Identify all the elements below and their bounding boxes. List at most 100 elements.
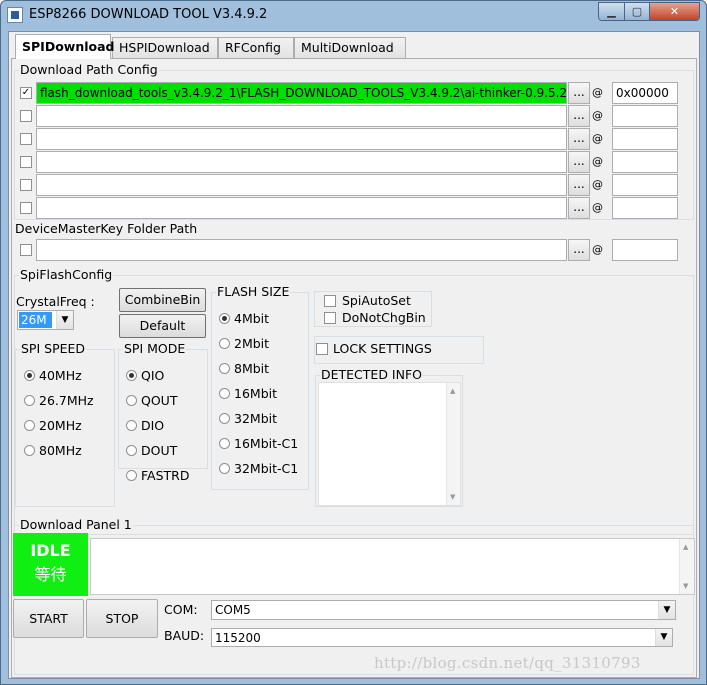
spi-mode-radio[interactable] bbox=[126, 420, 137, 431]
browse-button[interactable]: ... bbox=[568, 197, 590, 219]
flash-size-option-label: 16Mbit bbox=[234, 386, 277, 401]
address-field[interactable] bbox=[612, 197, 678, 219]
spi-mode-option-label: DIO bbox=[141, 418, 165, 433]
maximize-icon: ▢ bbox=[631, 5, 643, 18]
address-field[interactable]: 0x00000 bbox=[612, 82, 678, 104]
spi-mode-option-label: QOUT bbox=[141, 393, 178, 408]
lock-settings-label: LOCK SETTINGS bbox=[333, 341, 432, 356]
tab-spidownload[interactable]: SPIDownload bbox=[15, 34, 114, 59]
start-button[interactable]: START bbox=[13, 599, 84, 638]
chevron-down-icon: ▼ bbox=[658, 601, 675, 619]
address-field[interactable] bbox=[612, 151, 678, 173]
scroll-down-icon: ▼ bbox=[683, 582, 689, 590]
browse-button[interactable]: ... bbox=[568, 105, 590, 127]
spi-auto-set-checkbox[interactable] bbox=[324, 295, 336, 307]
combine-bin-button[interactable]: CombineBin bbox=[119, 288, 206, 312]
client-area: SPIDownload HSPIDownload RFConfig MultiD… bbox=[8, 31, 700, 679]
stop-button[interactable]: STOP bbox=[86, 599, 158, 638]
status-indicator: IDLE 等待 bbox=[13, 533, 88, 596]
browse-button[interactable]: ... bbox=[568, 174, 590, 196]
path-field[interactable]: flash_download_tools_v3.4.9.2_1\FLASH_DO… bbox=[36, 82, 567, 104]
path-checkbox[interactable] bbox=[20, 110, 32, 122]
flash-size-radio[interactable] bbox=[219, 388, 230, 399]
lock-settings-checkbox[interactable] bbox=[316, 343, 328, 355]
app-icon bbox=[7, 7, 23, 23]
detected-info-scrollbar[interactable]: ▲ ▼ bbox=[446, 383, 460, 505]
spi-mode-radio[interactable] bbox=[126, 445, 137, 456]
window-title: ESP8266 DOWNLOAD TOOL V3.4.9.2 bbox=[29, 7, 268, 22]
spi-mode-radio[interactable] bbox=[126, 395, 137, 406]
minimize-button[interactable]: ▁ bbox=[599, 3, 625, 20]
path-field[interactable] bbox=[36, 105, 567, 127]
download-path-group-label: Download Path Config bbox=[19, 62, 159, 77]
download-panel-label: Download Panel 1 bbox=[19, 517, 133, 532]
flash-size-radio[interactable] bbox=[219, 438, 230, 449]
master-key-browse-button[interactable]: ... bbox=[568, 239, 590, 261]
close-icon: ✕ bbox=[669, 5, 680, 18]
path-checkbox[interactable] bbox=[20, 156, 32, 168]
flash-size-radio[interactable] bbox=[219, 463, 230, 474]
master-key-path-field[interactable] bbox=[36, 239, 567, 261]
baud-select[interactable]: 115200 ▼ bbox=[211, 628, 673, 647]
app-window: ESP8266 DOWNLOAD TOOL V3.4.9.2 ▁ ▢ ✕ SPI… bbox=[0, 0, 707, 685]
master-key-address-field[interactable] bbox=[612, 239, 678, 261]
scroll-down-icon: ▼ bbox=[450, 493, 456, 501]
spi-speed-label: SPI SPEED bbox=[20, 341, 87, 356]
path-field[interactable] bbox=[36, 151, 567, 173]
default-button[interactable]: Default bbox=[119, 314, 206, 338]
flash-size-radio[interactable] bbox=[219, 413, 230, 424]
spi-speed-radio[interactable] bbox=[24, 370, 35, 381]
path-checkbox[interactable]: ✓ bbox=[20, 87, 32, 99]
spi-mode-radio[interactable] bbox=[126, 370, 137, 381]
crystal-freq-value: 26M bbox=[19, 312, 52, 328]
title-bar[interactable]: ESP8266 DOWNLOAD TOOL V3.4.9.2 ▁ ▢ ✕ bbox=[1, 1, 706, 31]
browse-button[interactable]: ... bbox=[568, 82, 590, 104]
path-checkbox[interactable] bbox=[20, 202, 32, 214]
crystal-freq-select[interactable]: 26M ▼ bbox=[17, 310, 74, 330]
address-field[interactable] bbox=[612, 105, 678, 127]
browse-button[interactable]: ... bbox=[568, 151, 590, 173]
spi-mode-radio[interactable] bbox=[126, 470, 137, 481]
spi-speed-radio[interactable] bbox=[24, 395, 35, 406]
download-log-scrollbar[interactable]: ▲ ▼ bbox=[679, 539, 694, 594]
spi-mode-option-label: DOUT bbox=[141, 443, 178, 458]
com-value: COM5 bbox=[215, 603, 251, 617]
chevron-down-icon: ▼ bbox=[655, 629, 672, 646]
download-log[interactable]: ▲ ▼ bbox=[90, 538, 695, 595]
address-field[interactable] bbox=[612, 128, 678, 150]
flash-size-option-label: 2Mbit bbox=[234, 336, 270, 351]
do-not-chg-bin-checkbox[interactable] bbox=[324, 312, 336, 324]
tab-hspidownload[interactable]: HSPIDownload bbox=[112, 37, 218, 58]
do-not-chg-bin-label: DoNotChgBin bbox=[342, 310, 426, 325]
master-key-at-label: @ bbox=[592, 243, 603, 256]
tab-multidownload[interactable]: MultiDownload bbox=[294, 37, 406, 58]
spi-speed-radio[interactable] bbox=[24, 420, 35, 431]
path-field[interactable] bbox=[36, 174, 567, 196]
flash-size-radio[interactable] bbox=[219, 363, 230, 374]
path-checkbox[interactable] bbox=[20, 179, 32, 191]
address-field[interactable] bbox=[612, 174, 678, 196]
at-label: @ bbox=[592, 109, 603, 122]
maximize-button[interactable]: ▢ bbox=[625, 3, 650, 20]
path-field[interactable] bbox=[36, 197, 567, 219]
crystal-freq-label: CrystalFreq : bbox=[16, 294, 95, 309]
com-select[interactable]: COM5 ▼ bbox=[211, 600, 676, 620]
path-checkbox[interactable] bbox=[20, 133, 32, 145]
at-label: @ bbox=[592, 178, 603, 191]
close-button[interactable]: ✕ bbox=[650, 3, 699, 20]
status-idle-text: IDLE bbox=[30, 541, 71, 560]
spi-speed-radio[interactable] bbox=[24, 445, 35, 456]
browse-button[interactable]: ... bbox=[568, 128, 590, 150]
baud-value: 115200 bbox=[215, 631, 261, 645]
spi-speed-option-label: 26.7MHz bbox=[39, 393, 94, 408]
flash-size-radio[interactable] bbox=[219, 338, 230, 349]
chevron-down-icon: ▼ bbox=[56, 311, 73, 329]
master-key-label: DeviceMasterKey Folder Path bbox=[15, 221, 198, 236]
tab-rfconfig[interactable]: RFConfig bbox=[218, 37, 294, 58]
master-key-checkbox[interactable] bbox=[20, 244, 32, 256]
flash-size-label: FLASH SIZE bbox=[216, 284, 291, 299]
flash-size-radio[interactable] bbox=[219, 313, 230, 324]
detected-info-textarea[interactable]: ▲ ▼ bbox=[318, 382, 461, 506]
spi-mode-option-label: QIO bbox=[141, 368, 165, 383]
path-field[interactable] bbox=[36, 128, 567, 150]
